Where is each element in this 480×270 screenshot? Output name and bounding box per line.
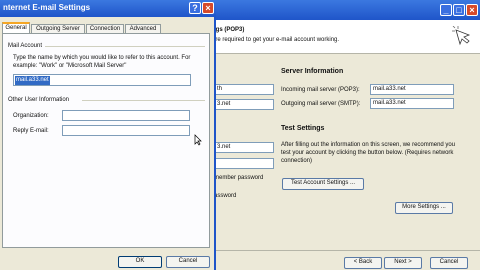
bg-titlebar <box>200 0 480 20</box>
reply-email-field[interactable] <box>62 125 190 136</box>
bg-minimize-button[interactable]: _ <box>440 4 452 16</box>
bg-cancel-button[interactable]: Cancel <box>430 257 468 269</box>
mail-account-field[interactable]: mail.a33.net <box>13 74 191 86</box>
test-settings-desc: After filling out the information on thi… <box>281 142 456 164</box>
mail-account-desc: Type the name by which you would like to… <box>13 55 191 69</box>
mail-account-label: Mail Account <box>8 43 43 49</box>
other-info-divider <box>82 100 205 101</box>
bg-maximize-button[interactable]: □ <box>453 4 465 16</box>
bg-left-field-4[interactable] <box>214 158 274 169</box>
incoming-server-label: Incoming mail server (POP3): <box>281 87 360 93</box>
bg-password-label: assword <box>214 193 237 199</box>
more-settings-button[interactable]: More Settings ... <box>395 202 453 214</box>
back-button[interactable]: < Back <box>344 257 382 269</box>
mail-account-value: mail.a33.net <box>15 76 50 85</box>
tab-general[interactable]: General <box>2 22 30 33</box>
organization-field[interactable] <box>62 110 190 121</box>
ok-button[interactable]: OK <box>118 256 162 268</box>
next-button[interactable]: Next > <box>384 257 422 269</box>
email-settings-dialog: nternet E-mail Settings ? × General Outg… <box>0 0 216 270</box>
organization-label: Organization: <box>13 113 49 119</box>
test-account-settings-button[interactable]: Test Account Settings ... <box>282 178 364 190</box>
other-user-info-label: Other User Information <box>8 97 70 103</box>
bg-close-button[interactable]: × <box>466 4 478 16</box>
cursor-sparkle-icon <box>452 26 471 46</box>
background-window: _ □ × ngs (POP3) are required to get you… <box>200 0 480 270</box>
mail-account-divider <box>45 46 205 47</box>
bg-left-field-2[interactable]: 3.net <box>214 99 274 110</box>
dialog-title: nternet E-mail Settings <box>3 3 91 12</box>
dialog-help-button[interactable]: ? <box>189 2 201 14</box>
bg-bottom-divider <box>200 250 480 251</box>
mouse-cursor-icon <box>194 134 202 146</box>
bg-remember-password-label: member password <box>214 175 264 181</box>
cancel-button[interactable]: Cancel <box>166 256 210 268</box>
outgoing-server-field[interactable]: mail.a33.net <box>370 98 454 109</box>
incoming-server-field[interactable]: mail.a33.net <box>370 84 454 95</box>
bg-left-field-3[interactable]: 3.net <box>214 142 274 153</box>
bg-header-title: ngs (POP3) <box>212 27 245 33</box>
reply-email-label: Reply E-mail: <box>13 128 49 134</box>
test-settings-heading: Test Settings <box>281 125 325 132</box>
dialog-close-button[interactable]: × <box>202 2 214 14</box>
outgoing-server-label: Outgoing mail server (SMTP): <box>281 101 361 107</box>
bg-header-desc: are required to get your e-mail account … <box>212 37 340 43</box>
bg-left-field-1[interactable]: th <box>214 84 274 95</box>
server-info-heading: Server Information <box>281 68 344 75</box>
